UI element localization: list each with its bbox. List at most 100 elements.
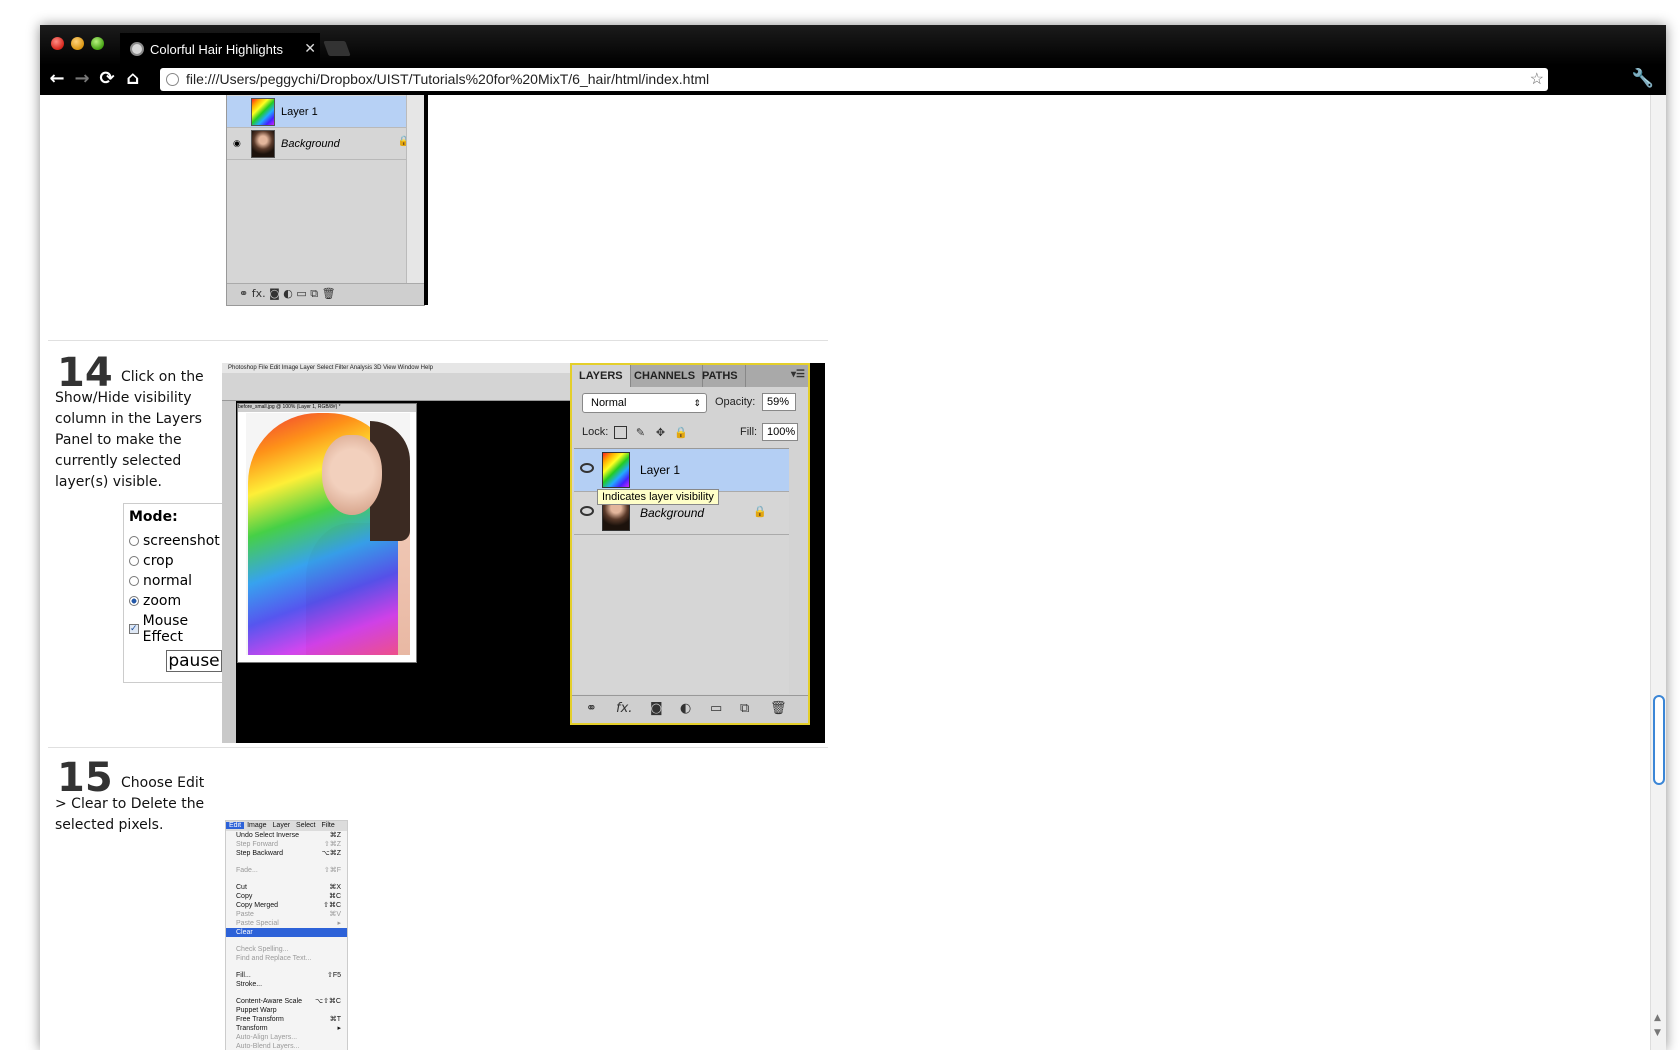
step-instruction: Choose Edit > Clear to Delete the select…	[55, 775, 205, 833]
tab-channels[interactable]: CHANNELS	[627, 365, 704, 387]
radio-button[interactable]	[129, 596, 139, 606]
menu-item: Step Backward ⌥⌘Z	[226, 849, 347, 858]
fill-label: Fill:	[740, 426, 758, 438]
mode-option-screenshot[interactable]: screenshot	[129, 531, 229, 551]
document-window: before_small.jpg @ 100% (Layer 1, RGB/8#…	[237, 403, 417, 663]
menu-separator	[226, 858, 347, 866]
option-label: screenshot	[143, 533, 220, 549]
menubar-item: Layer	[272, 822, 291, 829]
menu-item: Fill... ⇧F5	[226, 971, 347, 980]
menu-item-shortcut: ⇧F5	[326, 972, 341, 979]
menu-item-label: Paste	[236, 911, 254, 918]
layers-panel-tabs: LAYERS CHANNELS PATHS ▾☰	[572, 365, 808, 387]
option-label: zoom	[143, 593, 182, 609]
scroll-thumb[interactable]	[1653, 695, 1665, 785]
menu-item: Free Transform ⌘T	[226, 1015, 347, 1024]
mode-option-crop[interactable]: crop	[129, 551, 229, 571]
panel-menu-icon[interactable]: ▾☰	[791, 369, 805, 380]
step-instruction: Click on the Show/Hide visibility column…	[55, 369, 204, 490]
tooltip: Indicates layer visibility	[597, 489, 719, 505]
mode-panel: Mode: screenshot crop normal zoom ✓ Mouse…	[123, 503, 235, 683]
menu-item-shortcut: ⌘C	[328, 893, 341, 900]
menu-item-shortcut: ⌘X	[329, 884, 341, 891]
bookmark-star-icon[interactable]: ☆	[1530, 68, 1544, 91]
menubar-item: Select	[296, 822, 316, 829]
lock-transparency-icon[interactable]	[614, 426, 627, 439]
menu-item-label: Cut	[236, 884, 247, 891]
scroll-down-icon[interactable]: ▼	[1654, 1028, 1661, 1038]
layer-name: Background	[281, 138, 340, 150]
layers-panel: LAYERS CHANNELS PATHS ▾☰ Normal ⇕ Opacity…	[570, 363, 810, 725]
back-button[interactable]: ←	[46, 68, 68, 90]
option-label: normal	[143, 573, 193, 589]
close-window-button[interactable]	[51, 37, 64, 50]
layers-panel-footer: ⚭ fx. ◙ ◐ ▭ ⧉ 🗑	[572, 695, 808, 723]
menu-item: Auto-Blend Layers...	[226, 1042, 347, 1050]
document-title: before_small.jpg @ 100% (Layer 1, RGB/8#…	[238, 404, 416, 412]
menu-item-label: Step Backward	[236, 850, 284, 857]
layer-row[interactable]: Layer 1	[574, 449, 789, 492]
radio-button[interactable]	[129, 576, 139, 586]
visibility-eye-icon[interactable]	[580, 506, 594, 516]
tab-close-icon[interactable]: ✕	[304, 40, 316, 57]
menu-item-shortcut: ⌘Z	[329, 832, 341, 839]
adjustment-layer-icon[interactable]: ◐	[680, 701, 691, 716]
reload-button[interactable]: ⟳	[96, 68, 118, 90]
trash-icon[interactable]: 🗑	[770, 701, 787, 716]
photoshop-menubar: Photoshop File Edit Image Layer Select F…	[222, 363, 572, 373]
fx-icon[interactable]: fx.	[616, 701, 632, 716]
opacity-field[interactable]: 59%	[762, 393, 796, 411]
divider	[424, 95, 428, 305]
address-bar[interactable]: file:///Users/peggychi/Dropbox/UIST/Tuto…	[160, 68, 1548, 91]
lock-pixels-icon[interactable]: ✎	[634, 426, 647, 439]
browser-tab[interactable]: Colorful Hair Highlights ✕	[120, 33, 320, 65]
menu-item-shortcut: ⇧⌘Z	[323, 841, 341, 848]
mouse-effect-option[interactable]: ✓ Mouse Effect	[129, 613, 229, 645]
home-button[interactable]: ⌂	[122, 68, 144, 90]
mode-option-zoom[interactable]: zoom	[129, 591, 229, 611]
tab-paths[interactable]: PATHS	[695, 365, 746, 387]
layers-list: Layer 1 Background 🔒	[574, 448, 789, 694]
new-group-icon[interactable]: ▭	[710, 701, 722, 716]
page-content: Layer 1 ◉ Background 🔒 ⚭ fx. ◙ ◐ ▭ ⧉ 🗑 1…	[40, 95, 1650, 1050]
step-divider	[48, 747, 828, 748]
lock-all-icon[interactable]: 🔒	[674, 426, 688, 439]
menu-item-label: Copy Merged	[236, 902, 279, 909]
browser-window: Colorful Hair Highlights ✕ ← → ⟳ ⌂ file:…	[40, 25, 1666, 1050]
forward-button[interactable]: →	[71, 68, 93, 90]
option-label: Mouse Effect	[142, 613, 189, 645]
lock-position-icon[interactable]: ✥	[654, 426, 667, 439]
new-layer-icon[interactable]: ⧉	[740, 701, 749, 716]
pause-button[interactable]: pause	[166, 650, 222, 672]
blend-mode-select[interactable]: Normal ⇕	[582, 393, 707, 413]
menu-item-label: Auto-Align Layers...	[236, 1034, 298, 1041]
menu-item: Fade... ⇧⌘F	[226, 866, 347, 875]
menu-item-shortcut: ⇧⌘C	[323, 902, 341, 909]
menu-separator	[226, 963, 347, 971]
layer-actions-icons: ⚭ fx. ◙ ◐ ▭ ⧉ 🗑	[239, 287, 336, 300]
minimize-window-button[interactable]	[71, 37, 84, 50]
add-mask-icon[interactable]: ◙	[650, 701, 663, 716]
scroll-up-icon[interactable]: ▲	[1654, 1013, 1661, 1023]
checkbox[interactable]: ✓	[129, 624, 139, 634]
menu-item-label: Content-Aware Scale	[236, 998, 303, 1005]
page-scrollbar[interactable]: ▲ ▼	[1650, 95, 1666, 1050]
mode-title: Mode:	[129, 509, 178, 525]
new-tab-button[interactable]	[323, 41, 351, 56]
radio-button[interactable]	[129, 556, 139, 566]
radio-button[interactable]	[129, 536, 139, 546]
visibility-eye-icon[interactable]	[580, 463, 594, 473]
menu-item-label: Undo Select Inverse	[236, 832, 300, 839]
menu-item: Transform ▸	[226, 1024, 347, 1033]
tab-layers[interactable]: LAYERS	[572, 365, 631, 387]
menu-item-label: Free Transform	[236, 1016, 284, 1023]
photo-rainbow-hair	[246, 413, 410, 655]
mode-option-normal[interactable]: normal	[129, 571, 229, 591]
fill-field[interactable]: 100%	[762, 423, 798, 441]
zoom-window-button[interactable]	[91, 37, 104, 50]
menu-item-label: Copy	[236, 893, 253, 900]
wrench-menu-icon[interactable]: 🔧	[1632, 68, 1654, 89]
menu-item: Paste ⌘V	[226, 910, 347, 919]
layer-thumbnail	[251, 130, 275, 158]
link-layers-icon[interactable]: ⚭	[586, 701, 597, 716]
